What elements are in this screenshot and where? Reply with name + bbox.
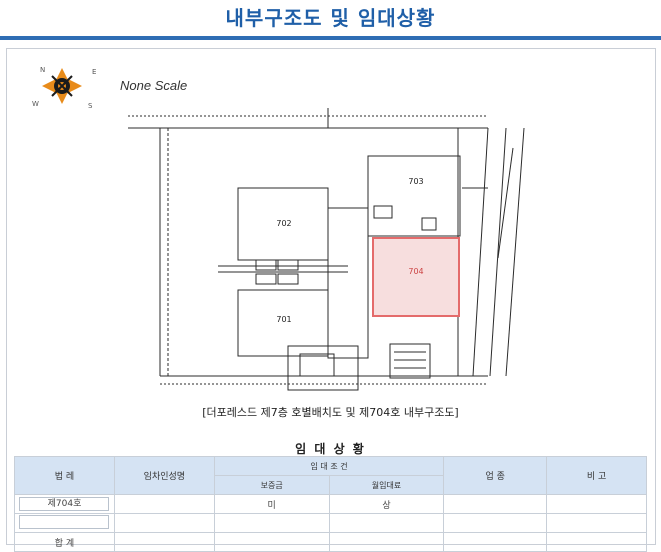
rent-cell: 상 <box>328 494 445 514</box>
floor-plan: 703 702 704 701 <box>128 108 525 391</box>
scale-label: None Scale <box>120 78 188 93</box>
note-cell <box>546 513 647 533</box>
plan-caption: [더포레스드 제7층 호별배치도 및 제704호 내부구조도] <box>202 406 459 419</box>
room-704-highlight <box>372 237 460 317</box>
header-tenant: 임차인성명 <box>113 456 215 495</box>
compass-icon: N E S W <box>32 66 96 110</box>
room-label-702: 702 <box>276 219 291 228</box>
page-title: 내부구조도 및 임대상황 <box>225 6 436 30</box>
header-terms: 임 대 조 건 <box>213 456 445 476</box>
deposit-cell <box>213 513 330 533</box>
unit-cell <box>19 514 110 529</box>
compass-letter-w: W <box>32 100 39 108</box>
room-label-701: 701 <box>276 315 291 324</box>
unit-cell: 제704호 <box>19 497 110 511</box>
compass-letter-s: S <box>88 102 93 110</box>
tenant-cell <box>113 513 215 533</box>
table-row <box>14 513 647 533</box>
title-bar: 내부구조도 및 임대상황 <box>0 0 661 36</box>
rent-cell <box>328 513 445 533</box>
lease-section-title: 임 대 상 황 <box>295 442 366 456</box>
title-underline <box>0 36 661 40</box>
tenant-cell <box>113 494 215 514</box>
business-cell <box>443 513 548 533</box>
header-note: 비 고 <box>546 456 647 495</box>
compass-letter-e: E <box>92 68 96 76</box>
header-deposit: 보증금 <box>213 475 330 495</box>
total-row: 합 계 <box>14 532 647 552</box>
table-row: 제704호 미 상 <box>14 494 647 514</box>
compass-letter-n: N <box>40 66 45 74</box>
header-business: 업 종 <box>443 456 548 495</box>
total-label: 합 계 <box>14 532 115 552</box>
lease-table: 법 레 임차인성명 임 대 조 건 업 종 비 고 보증금 월임대료 제704호… <box>14 456 647 552</box>
deposit-cell: 미 <box>213 494 330 514</box>
header-rent: 월임대료 <box>328 475 445 495</box>
room-label-703: 703 <box>408 177 423 186</box>
room-label-704: 704 <box>408 267 423 276</box>
note-cell <box>546 494 647 514</box>
header-unit: 법 레 <box>14 456 115 495</box>
business-cell <box>443 494 548 514</box>
